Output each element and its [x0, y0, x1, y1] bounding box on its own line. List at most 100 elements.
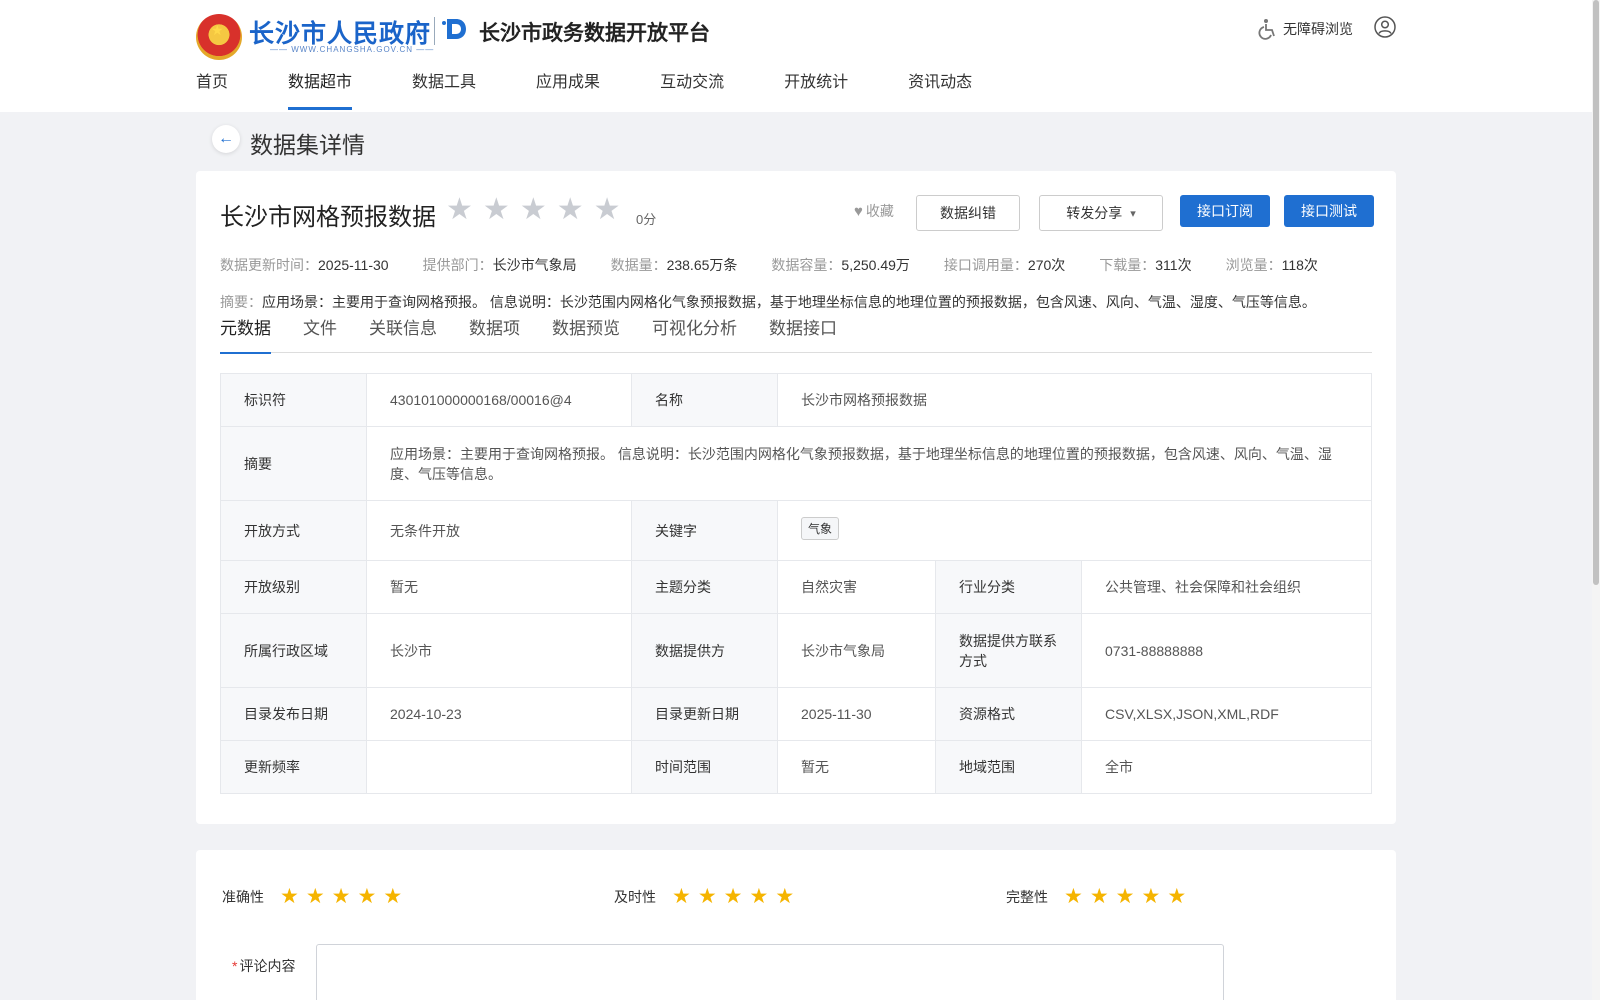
data-correction-label: 数据纠错 [940, 205, 996, 221]
provider-key: 数据提供方 [631, 613, 778, 688]
star-icon[interactable]: ★ [1116, 886, 1135, 907]
geo-range-value: 全市 [1081, 740, 1372, 794]
star-icon[interactable]: ★ [1090, 886, 1109, 907]
star-icon[interactable]: ★ [672, 886, 691, 907]
tab-related-info[interactable]: 关联信息 [369, 317, 437, 353]
nav-interaction[interactable]: 互动交流 [660, 72, 724, 112]
star-icon[interactable]: ★ [280, 886, 299, 907]
open-level-value: 暂无 [366, 560, 632, 614]
star-icon[interactable]: ★ [1167, 886, 1186, 907]
comment-label: * 评论内容 [232, 956, 295, 976]
national-emblem-logo[interactable]: ★ [196, 14, 242, 60]
completeness-stars[interactable]: ★ ★ ★ ★ ★ [1064, 886, 1186, 907]
tab-data-items[interactable]: 数据项 [469, 317, 520, 353]
keyword-tag[interactable]: 气象 [801, 517, 840, 540]
table-row: 目录发布日期 2024-10-23 目录更新日期 2025-11-30 资源格式… [220, 687, 1372, 741]
star-icon[interactable]: ★ [332, 886, 351, 907]
keywords-key: 关键字 [631, 500, 778, 561]
platform-name[interactable]: 长沙市政务数据开放平台 [479, 17, 710, 47]
star-icon[interactable]: ★ [749, 886, 768, 907]
metadata-table: 标识符 430101000000168/00016@4 名称 长沙市网格预报数据… [220, 373, 1372, 794]
gov-url: —— WWW.CHANGSHA.GOV.CN —— [270, 45, 435, 54]
api-test-label: 接口测试 [1301, 203, 1357, 219]
dataset-meta-row: 数据更新时间：2025-11-30 提供部门：长沙市气象局 数据量：238.65… [220, 255, 1318, 275]
time-range-value: 暂无 [777, 740, 936, 794]
meta-capacity: 数据容量：5,250.49万 [771, 257, 910, 273]
meta-record-count: 数据量：238.65万条 [610, 257, 738, 273]
meta-update-time: 数据更新时间：2025-11-30 [220, 257, 389, 273]
region-value: 长沙市 [366, 613, 632, 688]
required-mark: * [232, 958, 238, 974]
rating-star-icon[interactable]: ★ [594, 195, 621, 225]
tab-data-preview[interactable]: 数据预览 [552, 317, 620, 353]
industry-value: 公共管理、社会保障和社会组织 [1081, 560, 1372, 614]
frequency-key: 更新频率 [220, 740, 367, 794]
favorite-button[interactable]: ♥ 收藏 [854, 201, 894, 221]
star-icon[interactable]: ★ [357, 886, 376, 907]
table-row: 更新频率 时间范围 暂无 地域范围 全市 [220, 740, 1372, 794]
nav-data-tools[interactable]: 数据工具 [412, 72, 476, 112]
summary-text: 应用场景：主要用于查询网格预报。 信息说明：长沙范围内网格化气象预报数据，基于地… [262, 294, 1316, 310]
tab-metadata[interactable]: 元数据 [220, 317, 271, 354]
open-level-key: 开放级别 [220, 560, 367, 614]
industry-key: 行业分类 [935, 560, 1082, 614]
nav-news[interactable]: 资讯动态 [908, 72, 972, 112]
table-row: 摘要 应用场景：主要用于查询网格预报。 信息说明：长沙范围内网格化气象预报数据，… [220, 426, 1372, 501]
update-date-value: 2025-11-30 [777, 687, 936, 741]
rating-star-icon[interactable]: ★ [446, 195, 473, 225]
geo-range-key: 地域范围 [935, 740, 1082, 794]
star-icon[interactable]: ★ [383, 886, 402, 907]
tab-files[interactable]: 文件 [303, 317, 337, 353]
platform-logo-icon[interactable] [441, 15, 469, 43]
accuracy-label: 准确性 [222, 888, 264, 905]
meta-api-calls: 接口调用量：270次 [943, 257, 1066, 273]
nav-data-market[interactable]: 数据超市 [288, 72, 353, 112]
update-date-key: 目录更新日期 [631, 687, 778, 741]
accessibility-link[interactable]: 无障碍浏览 [1258, 18, 1353, 40]
dataset-summary: 摘要：应用场景：主要用于查询网格预报。 信息说明：长沙范围内网格化气象预报数据，… [220, 292, 1316, 312]
api-subscribe-label: 接口订阅 [1197, 203, 1253, 219]
page-title: 数据集详情 [250, 132, 365, 158]
accuracy-stars[interactable]: ★ ★ ★ ★ ★ [280, 886, 402, 907]
main-nav: 首页 数据超市 数据工具 应用成果 互动交流 开放统计 资讯动态 [196, 72, 1032, 112]
api-subscribe-button[interactable]: 接口订阅 [1180, 195, 1270, 227]
timeliness-stars[interactable]: ★ ★ ★ ★ ★ [672, 886, 794, 907]
scrollbar-thumb[interactable] [1593, 0, 1599, 585]
nav-home[interactable]: 首页 [196, 72, 228, 112]
theme-value: 自然灾害 [777, 560, 936, 614]
contact-value: 0731-88888888 [1081, 613, 1372, 688]
time-range-key: 时间范围 [631, 740, 778, 794]
star-icon[interactable]: ★ [1064, 886, 1083, 907]
star-icon[interactable]: ★ [1141, 886, 1160, 907]
nav-statistics[interactable]: 开放统计 [784, 72, 848, 112]
data-correction-button[interactable]: 数据纠错 [916, 195, 1020, 231]
dataset-detail-card: 长沙市网格预报数据 ★ ★ ★ ★ ★ 0分 ♥ 收藏 数据纠错 转发分享 ▾ … [196, 171, 1396, 824]
publish-date-value: 2024-10-23 [366, 687, 632, 741]
star-icon[interactable]: ★ [306, 886, 325, 907]
frequency-value [366, 740, 632, 794]
format-key: 资源格式 [935, 687, 1082, 741]
comment-textarea[interactable] [316, 944, 1224, 1000]
api-test-button[interactable]: 接口测试 [1284, 195, 1374, 227]
table-row: 标识符 430101000000168/00016@4 名称 长沙市网格预报数据 [220, 373, 1372, 427]
accessibility-label: 无障碍浏览 [1283, 21, 1353, 37]
tab-data-api[interactable]: 数据接口 [769, 317, 837, 353]
identifier-key: 标识符 [220, 373, 367, 427]
dataset-rating[interactable]: ★ ★ ★ ★ ★ [446, 195, 621, 225]
user-account-icon[interactable] [1374, 16, 1396, 38]
rating-star-icon[interactable]: ★ [520, 195, 547, 225]
nav-applications[interactable]: 应用成果 [536, 72, 600, 112]
meta-views: 浏览量：118次 [1225, 257, 1318, 273]
detail-tabs: 元数据 文件 关联信息 数据项 数据预览 可视化分析 数据接口 [220, 317, 1372, 354]
site-header: ★ 长沙市人民政府 —— WWW.CHANGSHA.GOV.CN —— 长沙市政… [0, 0, 1592, 112]
star-icon[interactable]: ★ [775, 886, 794, 907]
star-icon[interactable]: ★ [724, 886, 743, 907]
rating-star-icon[interactable]: ★ [483, 195, 510, 225]
dataset-title: 长沙市网格预报数据 [220, 204, 436, 231]
star-icon[interactable]: ★ [698, 886, 717, 907]
back-arrow-icon[interactable]: ← [212, 125, 240, 153]
rating-star-icon[interactable]: ★ [557, 195, 584, 225]
page-scrollbar[interactable] [1592, 0, 1600, 1000]
share-dropdown-button[interactable]: 转发分享 ▾ [1039, 195, 1163, 231]
tab-visual-analysis[interactable]: 可视化分析 [652, 317, 737, 353]
